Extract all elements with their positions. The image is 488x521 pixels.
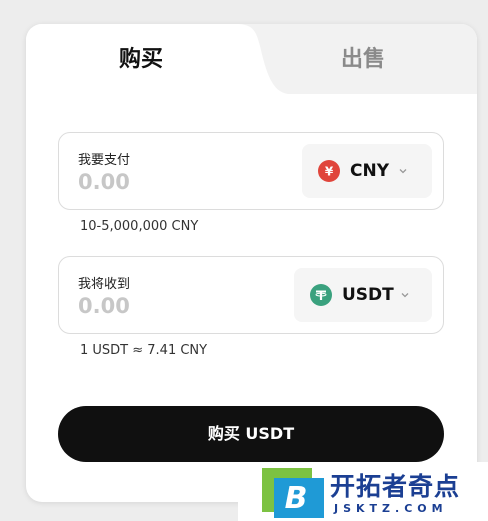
tab-sell[interactable]: 出售 bbox=[288, 44, 438, 76]
pay-range-hint: 10-5,000,000 CNY bbox=[80, 219, 199, 234]
watermark-text: 开拓者奇点 bbox=[330, 472, 461, 501]
svg-text:B: B bbox=[285, 481, 308, 516]
pay-label: 我要支付 bbox=[78, 153, 131, 168]
chevron-down-icon bbox=[399, 169, 407, 174]
chevron-down-icon bbox=[401, 293, 409, 298]
cny-icon: ¥ bbox=[318, 160, 340, 182]
pay-currency-code: CNY bbox=[350, 161, 390, 181]
pay-currency-select[interactable]: ¥ CNY bbox=[302, 144, 432, 198]
svg-text:¥: ¥ bbox=[325, 165, 334, 179]
receive-currency-code: USDT bbox=[342, 285, 394, 305]
watermark-logo: B bbox=[262, 468, 324, 518]
watermark-sub: JSKTZ.COM bbox=[334, 502, 448, 515]
buy-usdt-button[interactable]: 购买 USDT bbox=[58, 406, 444, 462]
tab-buy[interactable]: 购买 bbox=[66, 44, 216, 76]
exchange-rate-hint: 1 USDT ≈ 7.41 CNY bbox=[80, 343, 208, 358]
watermark: B 开拓者奇点 JSKTZ.COM bbox=[238, 462, 488, 521]
usdt-icon bbox=[310, 284, 332, 306]
trade-card: 购买 出售 我要支付 ¥ CNY 10-5,000,000 CNY 我将收到 bbox=[26, 24, 477, 502]
receive-field: 我将收到 USDT bbox=[58, 256, 444, 334]
receive-label: 我将收到 bbox=[78, 277, 131, 292]
receive-amount-input[interactable] bbox=[78, 293, 228, 319]
pay-field: 我要支付 ¥ CNY bbox=[58, 132, 444, 210]
receive-currency-select[interactable]: USDT bbox=[294, 268, 432, 322]
pay-amount-input[interactable] bbox=[78, 169, 228, 195]
